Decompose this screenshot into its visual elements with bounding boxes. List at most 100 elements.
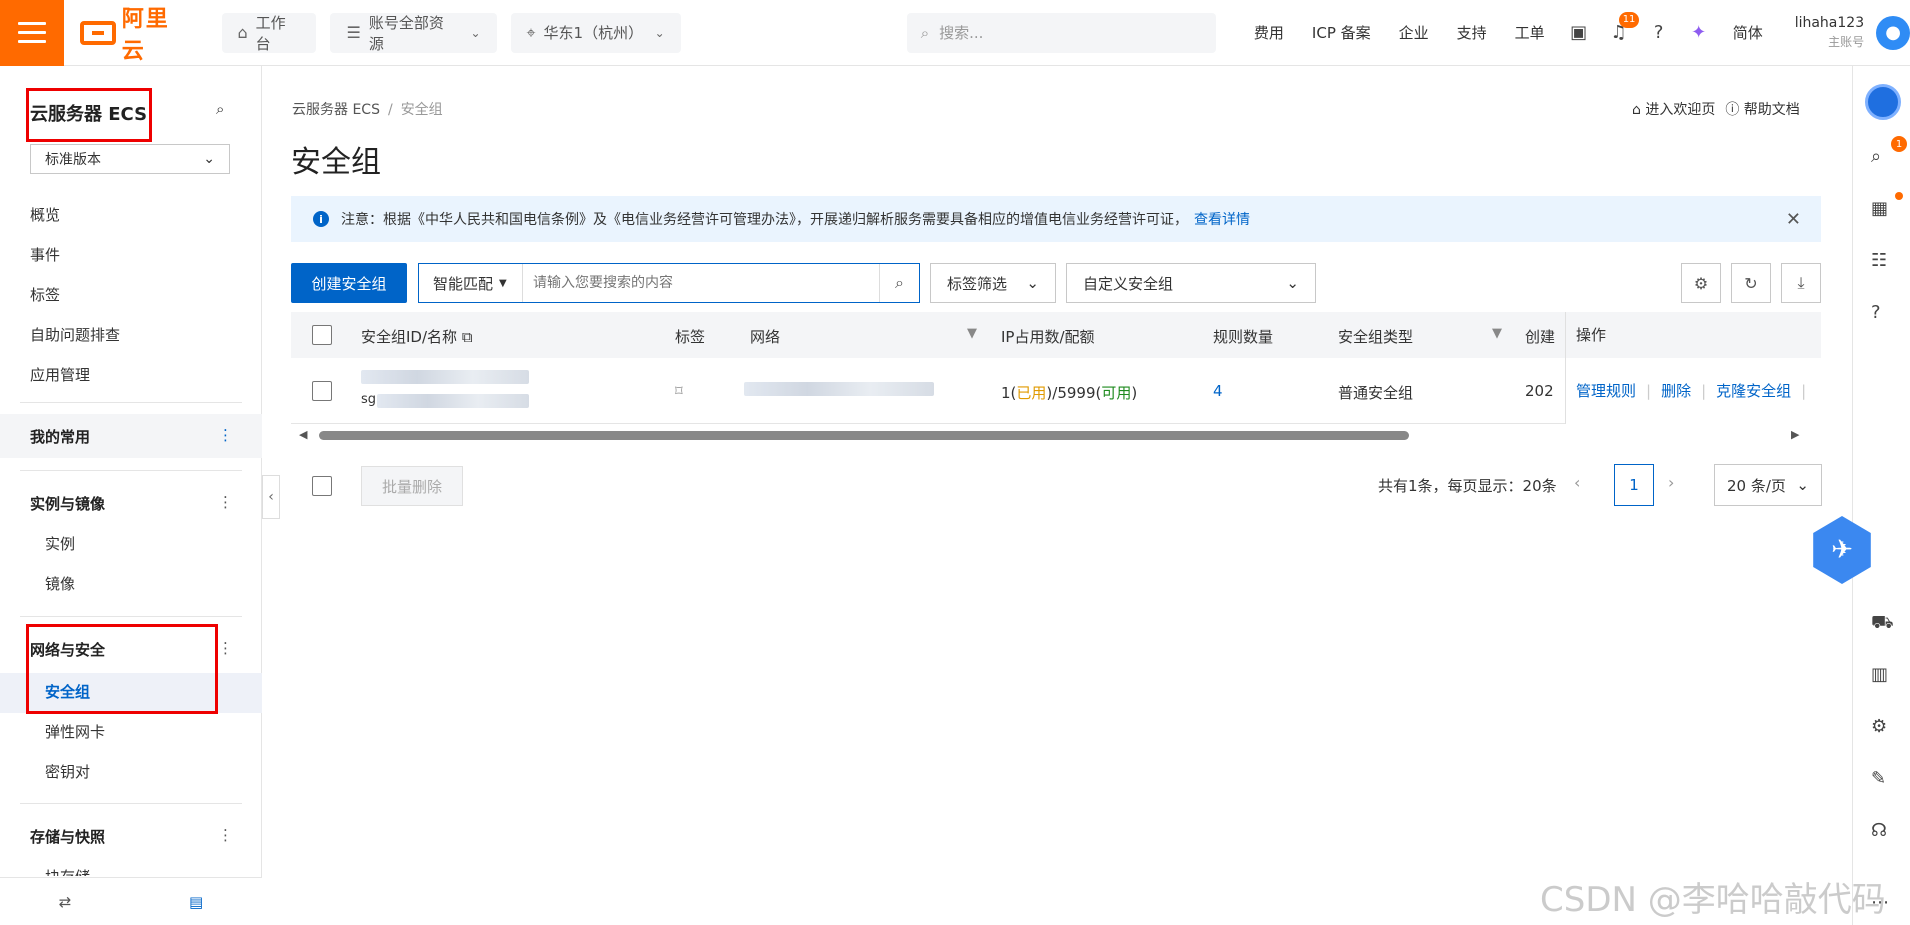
- bulk-delete-button[interactable]: 批量删除: [361, 466, 463, 506]
- resource-search-input[interactable]: [523, 264, 879, 302]
- hamburger-menu-icon[interactable]: [0, 0, 64, 66]
- breadcrumb-ecs[interactable]: 云服务器 ECS: [292, 102, 380, 118]
- settings-gear-icon[interactable]: ⚙: [1681, 263, 1721, 303]
- rule-count-link[interactable]: 4: [1213, 382, 1223, 400]
- book-icon[interactable]: ▦: [1871, 198, 1888, 219]
- headset-icon[interactable]: ☊: [1871, 820, 1887, 841]
- sidebar-group-storage[interactable]: 存储与快照: [30, 826, 105, 847]
- divider: [20, 402, 242, 403]
- scroll-left-icon[interactable]: ◀: [299, 428, 307, 441]
- icp-link[interactable]: ICP 备案: [1298, 22, 1385, 43]
- help-icon[interactable]: ?: [1871, 302, 1881, 323]
- more-options-icon[interactable]: ⋮: [218, 493, 233, 511]
- page-size-select[interactable]: 20 条/页 ⌄: [1714, 464, 1822, 506]
- sidebar-group-instances[interactable]: 实例与镜像: [30, 493, 105, 514]
- welcome-link[interactable]: ⌂ 进入欢迎页: [1632, 99, 1715, 119]
- active-item-background: [0, 673, 262, 713]
- prev-page-icon[interactable]: ‹: [1574, 473, 1580, 492]
- divider: [20, 803, 242, 804]
- aliyun-logo[interactable]: 阿里云: [79, 1, 194, 65]
- enterprise-link[interactable]: 企业: [1385, 22, 1443, 43]
- group-type-select[interactable]: 自定义安全组 ⌄: [1066, 263, 1316, 303]
- region-dropdown[interactable]: ⌖ 华东1（杭州） ⌄: [510, 12, 681, 53]
- sidebar-title: 云服务器 ECS: [30, 104, 148, 125]
- scroll-thumb[interactable]: [319, 431, 1409, 440]
- sidebar-item-tags[interactable]: 标签: [30, 284, 60, 305]
- clone-link[interactable]: 克隆安全组: [1716, 382, 1791, 400]
- redacted-vpc[interactable]: [744, 382, 934, 396]
- create-security-group-button[interactable]: 创建安全组: [291, 263, 407, 303]
- language-switch[interactable]: 简体: [1719, 22, 1777, 43]
- workbench-button[interactable]: ⌂ 工作台: [221, 12, 317, 53]
- sidebar-item-block-storage[interactable]: 块存储: [45, 866, 90, 876]
- more-options-icon[interactable]: ⋮: [1816, 382, 1821, 400]
- delete-link[interactable]: 删除: [1661, 382, 1691, 400]
- filter-icon[interactable]: ▼: [967, 326, 977, 341]
- download-icon[interactable]: ⤓: [1781, 263, 1821, 303]
- avatar[interactable]: ●: [1876, 15, 1910, 50]
- copy-icon[interactable]: ⧉: [462, 328, 473, 346]
- sidebar-item-troubleshoot[interactable]: 自助问题排查: [30, 324, 120, 345]
- support-link[interactable]: 支持: [1443, 22, 1501, 43]
- global-search-input[interactable]: ⌕ 搜索...: [906, 12, 1216, 53]
- manage-rules-link[interactable]: 管理规则: [1576, 382, 1636, 400]
- edit-icon[interactable]: ✎: [1871, 768, 1886, 789]
- match-mode-dropdown[interactable]: 智能匹配 ▼: [419, 264, 523, 302]
- notice-details-link[interactable]: 查看详情: [1194, 209, 1250, 229]
- ticket-link[interactable]: 工单: [1501, 22, 1559, 43]
- assistant-robot-icon[interactable]: [1865, 84, 1901, 120]
- search-icon[interactable]: ⌕: [1871, 146, 1881, 167]
- sidebar-group-network-security[interactable]: 网络与安全: [30, 639, 105, 660]
- switch-icon[interactable]: ⇄: [59, 893, 72, 911]
- sidebar-item-keypairs[interactable]: 密钥对: [45, 761, 90, 782]
- cart-icon[interactable]: ⛟: [1871, 612, 1894, 636]
- tag-filter-label: 标签筛选: [947, 274, 1008, 293]
- bulk-select-checkbox[interactable]: [312, 476, 332, 496]
- next-page-icon[interactable]: ›: [1668, 473, 1674, 492]
- checklist-icon[interactable]: ☷: [1871, 250, 1887, 271]
- more-options-icon[interactable]: ⋮: [218, 426, 233, 444]
- bell-icon[interactable]: ♫ 11: [1599, 12, 1640, 43]
- more-options-icon[interactable]: ⋮: [218, 639, 233, 657]
- sidebar-item-images[interactable]: 镜像: [45, 573, 75, 594]
- redacted-id[interactable]: [361, 370, 529, 384]
- search-icon[interactable]: ⌕: [879, 264, 919, 302]
- sidebar-item-events[interactable]: 事件: [30, 244, 60, 265]
- tag-filter-dropdown[interactable]: 标签筛选 ⌄: [930, 263, 1056, 303]
- right-toolbar: ⌕ 1 ▦ ☷ ? ⛟ ▥ ⚙ ✎ ☊ ⋯: [1852, 66, 1910, 925]
- close-icon[interactable]: ✕: [1786, 209, 1801, 230]
- row-operations: 管理规则 | 删除 | 克隆安全组 | ⋮: [1565, 358, 1821, 424]
- help-icon[interactable]: ?: [1639, 22, 1679, 43]
- ai-assistant-icon[interactable]: ✦: [1679, 22, 1719, 43]
- sidebar-item-security-groups[interactable]: 安全组: [45, 681, 90, 702]
- gear-icon[interactable]: ⚙: [1871, 716, 1887, 737]
- terminal-icon[interactable]: ▣: [1559, 22, 1599, 43]
- page-number[interactable]: 1: [1614, 464, 1654, 506]
- row-checkbox[interactable]: [312, 381, 332, 401]
- sidebar-item-app-management[interactable]: 应用管理: [30, 364, 90, 385]
- filter-icon[interactable]: ▼: [1492, 326, 1502, 341]
- sidebar-collapse-button[interactable]: ‹: [262, 475, 280, 519]
- select-all-checkbox[interactable]: [312, 325, 332, 345]
- sidebar-group-favorites[interactable]: 我的常用: [30, 426, 90, 447]
- resources-dropdown[interactable]: ☰ 账号全部资源 ⌄: [330, 12, 497, 53]
- tag-icon[interactable]: ⌑: [675, 382, 683, 400]
- sidebar-item-instances[interactable]: 实例: [45, 533, 75, 554]
- scroll-right-icon[interactable]: ▶: [1791, 428, 1799, 441]
- group-id-prefix[interactable]: sg: [361, 392, 376, 407]
- help-docs-link[interactable]: ⓘ 帮助文档: [1725, 99, 1799, 119]
- sidebar-item-eni[interactable]: 弹性网卡: [45, 721, 105, 742]
- header-created: 创建: [1525, 328, 1556, 346]
- billing-link[interactable]: 费用: [1240, 22, 1298, 43]
- version-select[interactable]: 标准版本 ⌄: [30, 144, 230, 174]
- more-options-icon[interactable]: ⋮: [218, 826, 233, 844]
- refresh-icon[interactable]: ↻: [1731, 263, 1771, 303]
- rail-badge: 1: [1891, 136, 1907, 152]
- feedback-icon[interactable]: ▤: [189, 893, 203, 911]
- sidebar-item-overview[interactable]: 概览: [30, 204, 60, 225]
- billing-icon[interactable]: ▥: [1871, 664, 1888, 685]
- search-icon[interactable]: ⌕: [216, 100, 224, 118]
- horizontal-scrollbar[interactable]: ◀ ▶: [291, 428, 1806, 442]
- header-id-name: 安全组ID/名称 ⧉: [361, 326, 473, 347]
- user-info[interactable]: lihaha123 主账号: [1795, 15, 1864, 50]
